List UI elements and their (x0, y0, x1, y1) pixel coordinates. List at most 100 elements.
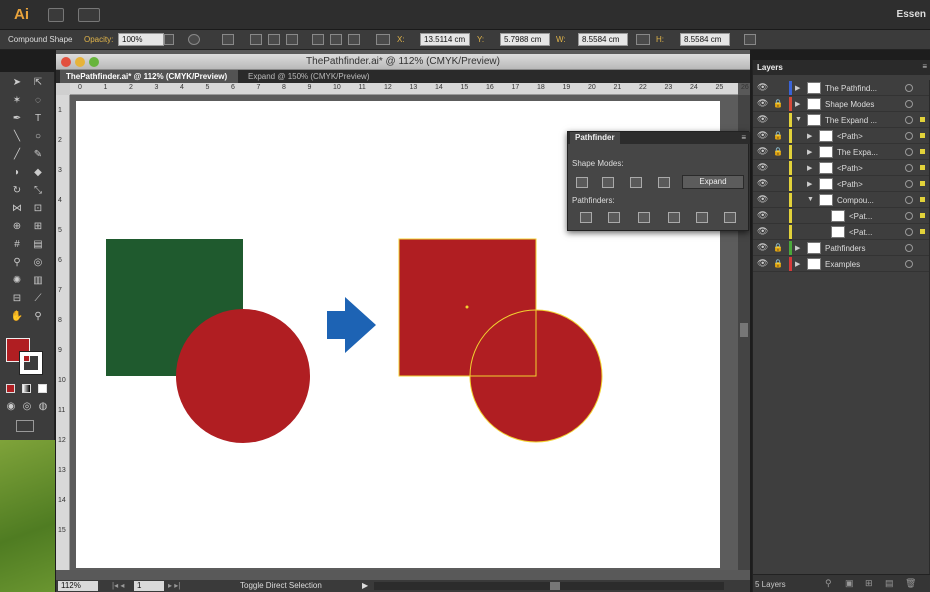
target-circle-icon[interactable] (905, 132, 913, 140)
blend-tool-icon[interactable]: ◎ (31, 256, 45, 270)
visibility-eye-icon[interactable]: 👁 (757, 179, 769, 188)
x-field[interactable]: 13.5114 cm (420, 33, 470, 46)
layer-row[interactable]: 👁 <Pat... (753, 208, 930, 224)
lock-icon[interactable]: 🔒 (773, 131, 783, 140)
visibility-eye-icon[interactable]: 👁 (757, 227, 769, 236)
recolor-artwork-icon[interactable] (188, 34, 200, 45)
artboard-tool-icon[interactable]: ⊟ (10, 292, 24, 306)
crop-icon[interactable] (668, 212, 680, 223)
horizontal-scrollbar[interactable] (374, 582, 724, 590)
gradient-tool-icon[interactable]: ▤ (31, 238, 45, 252)
align-right-icon[interactable] (286, 34, 298, 45)
disclosure-open-icon[interactable]: ▼ (807, 196, 814, 203)
draw-behind-icon[interactable]: ◎ (20, 400, 34, 414)
stroke-swatch[interactable] (19, 351, 43, 375)
ellipse-tool-icon[interactable]: ○ (31, 130, 45, 144)
align-left-icon[interactable] (250, 34, 262, 45)
gradient-mode-icon[interactable] (22, 384, 31, 393)
visibility-eye-icon[interactable]: 👁 (757, 195, 769, 204)
opacity-dropdown-icon[interactable] (164, 34, 174, 45)
lock-icon[interactable]: 🔒 (773, 147, 783, 156)
hand-tool-icon[interactable]: ✋ (10, 310, 24, 324)
zoom-tool-icon[interactable]: ⚲ (31, 310, 45, 324)
paintbrush-tool-icon[interactable]: ╱ (10, 148, 24, 162)
tab-thepathfinder[interactable]: ThePathfinder.ai* @ 112% (CMYK/Preview) (60, 70, 238, 83)
pathfinder-header[interactable]: Pathfinder ≡ (568, 132, 750, 144)
slice-tool-icon[interactable]: ⟋ (31, 292, 45, 306)
reference-point-icon[interactable] (376, 34, 390, 45)
color-mode-icon[interactable] (6, 384, 15, 393)
layers-menu-icon[interactable]: ≡ (922, 62, 927, 71)
width-field[interactable]: 8.5584 cm (578, 33, 628, 46)
ruler-origin[interactable] (56, 83, 70, 95)
target-circle-icon[interactable] (905, 228, 913, 236)
layer-row[interactable]: 👁 🔒 ▶ <Path> (753, 128, 930, 144)
horizontal-ruler[interactable]: 0 1 2 3 4 5 6 7 8 9 10 11 12 13 14 15 16 17 18 19 20 21 22 23 24… (70, 83, 749, 95)
direct-selection-tool-icon[interactable]: ⇱ (31, 76, 45, 90)
tab-expand[interactable]: Expand @ 150% (CMYK/Preview) (242, 70, 392, 83)
layers-header[interactable]: Layers ≡ (753, 60, 930, 75)
align-center-icon[interactable] (268, 34, 280, 45)
layer-row[interactable]: 👁 ▶ <Path> (753, 176, 930, 192)
line-tool-icon[interactable]: ╲ (10, 130, 24, 144)
visibility-eye-icon[interactable]: 👁 (757, 243, 769, 252)
disclosure-closed-icon[interactable]: ▶ (795, 100, 800, 108)
layer-row[interactable]: 👁 ▶ The Pathfind... (753, 80, 930, 96)
disclosure-closed-icon[interactable]: ▶ (795, 244, 800, 252)
exclude-icon[interactable] (658, 177, 670, 188)
align-bottom-icon[interactable] (348, 34, 360, 45)
merge-icon[interactable] (638, 212, 650, 223)
target-circle-icon[interactable] (905, 116, 913, 124)
visibility-eye-icon[interactable]: 👁 (757, 259, 769, 268)
target-circle-icon[interactable] (905, 212, 913, 220)
blob-brush-tool-icon[interactable]: ◗ (10, 166, 24, 180)
visibility-eye-icon[interactable]: 👁 (757, 147, 769, 156)
first-artboard-icon[interactable]: |◂ ◂ (112, 581, 124, 590)
vertical-ruler[interactable]: 1 2 3 4 5 6 7 8 9 10 11 12 13 14 15 (56, 95, 70, 570)
column-graph-tool-icon[interactable]: ▥ (31, 274, 45, 288)
delete-layer-icon[interactable]: 🗑 (905, 578, 916, 589)
next-artboard-icon[interactable]: ▸ ▸| (168, 581, 180, 590)
visibility-eye-icon[interactable]: 👁 (757, 99, 769, 108)
target-circle-icon[interactable] (905, 84, 913, 92)
status-menu-icon[interactable]: ▶ (362, 581, 368, 590)
opacity-field[interactable]: 100% (118, 33, 164, 46)
layer-row[interactable]: 👁 🔒 ▶ Examples (753, 256, 930, 272)
pathfinder-tab[interactable]: Pathfinder (570, 132, 620, 144)
rotate-tool-icon[interactable]: ↻ (10, 184, 24, 198)
target-circle-icon[interactable] (905, 148, 913, 156)
lasso-tool-icon[interactable]: ◌ (31, 94, 45, 108)
selection-tool-icon[interactable]: ➤ (10, 76, 24, 90)
eraser-tool-icon[interactable]: ◆ (31, 166, 45, 180)
scale-tool-icon[interactable]: ⤡ (31, 184, 45, 198)
mesh-tool-icon[interactable]: # (10, 238, 24, 252)
target-circle-icon[interactable] (905, 100, 913, 108)
layer-row[interactable]: 👁 🔒 ▶ Pathfinders (753, 240, 930, 256)
new-layer-icon[interactable]: ▤ (885, 578, 894, 589)
artboard-number-field[interactable]: 1 (134, 581, 164, 591)
bridge-icon[interactable] (48, 8, 64, 22)
red-circle[interactable] (176, 309, 310, 443)
screen-mode-icon[interactable] (16, 420, 34, 432)
minus-front-icon[interactable] (602, 177, 614, 188)
target-circle-icon[interactable] (905, 260, 913, 268)
unite-icon[interactable] (576, 177, 588, 188)
visibility-eye-icon[interactable]: 👁 (757, 83, 769, 92)
horizontal-scroll-thumb[interactable] (550, 582, 560, 590)
panel-menu-icon[interactable]: ≡ (741, 133, 746, 142)
status-tool-hint[interactable]: Toggle Direct Selection (240, 581, 322, 590)
disclosure-closed-icon[interactable]: ▶ (795, 260, 800, 268)
divide-icon[interactable] (580, 212, 592, 223)
layer-row[interactable]: 👁 ▼ Compou... (753, 192, 930, 208)
height-field[interactable]: 8.5584 cm (680, 33, 730, 46)
constrain-proportions-icon[interactable] (636, 34, 650, 45)
disclosure-open-icon[interactable]: ▼ (795, 116, 802, 123)
width-tool-icon[interactable]: ⋈ (10, 202, 24, 216)
free-transform-tool-icon[interactable]: ⊡ (31, 202, 45, 216)
symbol-sprayer-tool-icon[interactable]: ✺ (10, 274, 24, 288)
disclosure-closed-icon[interactable]: ▶ (807, 148, 812, 156)
lock-icon[interactable]: 🔒 (773, 99, 783, 108)
visibility-eye-icon[interactable]: 👁 (757, 115, 769, 124)
disclosure-closed-icon[interactable]: ▶ (807, 132, 812, 140)
disclosure-closed-icon[interactable]: ▶ (795, 84, 800, 92)
